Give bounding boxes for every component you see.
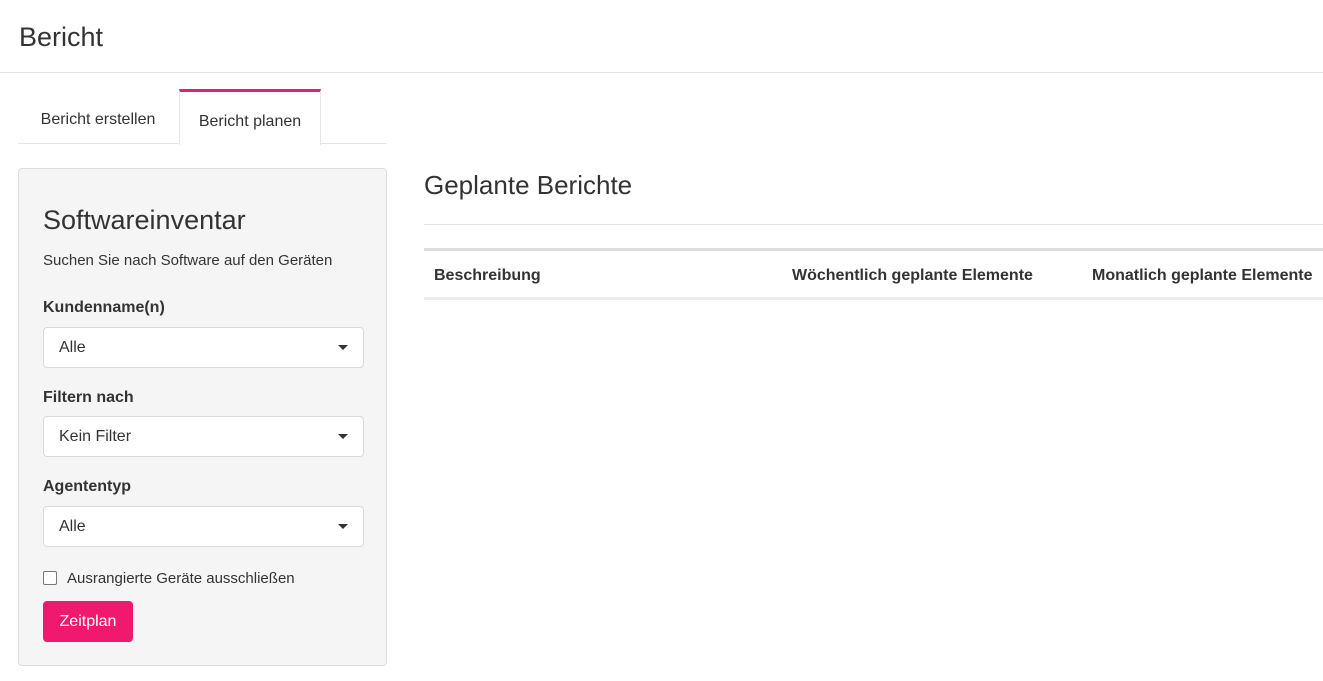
customer-select[interactable]: Alle [43,327,364,368]
customer-label: Kundenname(n) [43,299,165,316]
agent-type-select-value: Alle [59,518,86,535]
filter-select-value: Kein Filter [59,428,132,445]
column-header-weekly[interactable]: Wöchentlich geplante Elemente [792,267,1033,285]
exclude-retired-row: Ausrangierte Geräte ausschließen [43,569,295,587]
chevron-down-icon [338,524,348,529]
schedule-button[interactable]: Zeitplan [43,601,133,642]
panel-title: Softwareinventar [43,205,246,235]
filter-panel: Softwareinventar Suchen Sie nach Softwar… [18,168,387,666]
agent-type-select[interactable]: Alle [43,506,364,547]
chevron-down-icon [338,434,348,439]
report-tabs: Bericht erstellen Bericht planen [18,89,387,145]
tab-create-report[interactable]: Bericht erstellen [18,89,178,144]
tab-plan-report[interactable]: Bericht planen [179,89,321,145]
exclude-retired-checkbox[interactable] [43,571,57,585]
column-header-monthly[interactable]: Monatlich geplante Elemente [1092,267,1312,285]
column-header-description[interactable]: Beschreibung [434,267,541,285]
page-header: Bericht [0,0,1323,73]
scheduled-reports-title: Geplante Berichte [424,170,633,200]
agent-type-label: Agententyp [43,478,131,495]
panel-subtitle: Suchen Sie nach Software auf den Geräten [43,252,333,269]
divider [424,224,1323,225]
chevron-down-icon [338,345,348,350]
page-title: Bericht [19,22,104,52]
scheduled-reports-table-header: Beschreibung Wöchentlich geplante Elemen… [424,248,1323,300]
filter-label: Filtern nach [43,389,134,406]
exclude-retired-label[interactable]: Ausrangierte Geräte ausschließen [67,570,295,587]
filter-select[interactable]: Kein Filter [43,416,364,457]
customer-select-value: Alle [59,339,86,356]
